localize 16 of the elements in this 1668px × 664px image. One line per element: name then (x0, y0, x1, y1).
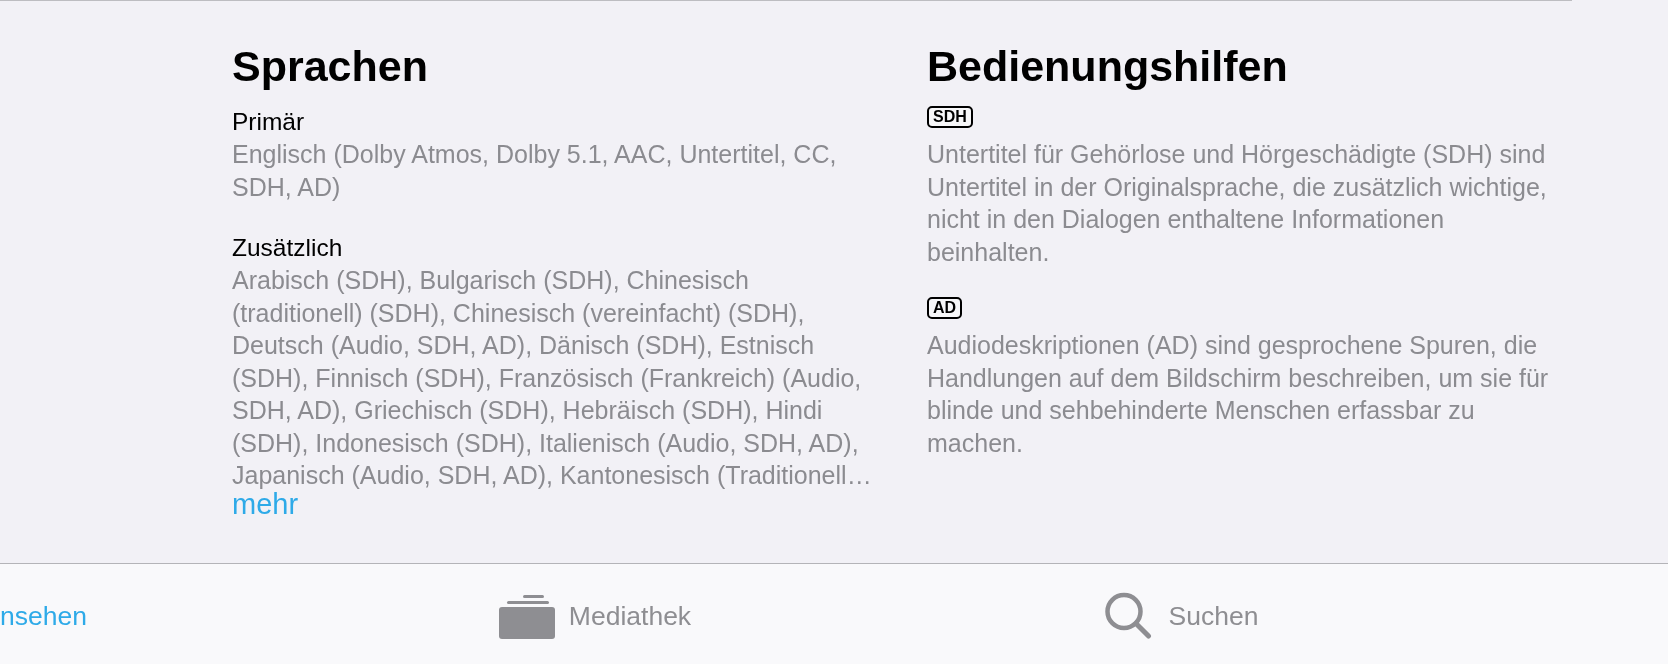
search-icon (1103, 592, 1152, 640)
tab-button[interactable]: Mediathek (498, 593, 692, 639)
group-label: Primär (232, 107, 306, 137)
tab-button[interactable]: Suchen (1103, 592, 1259, 640)
group-label: Zusätzlich (232, 233, 344, 263)
accessibility-badge: SDH (927, 106, 973, 128)
library-icon (498, 593, 555, 639)
section-heading: Sprachen (232, 41, 429, 92)
description-text: Untertitel für Gehörlose und Hörgeschädigte (SDH) sind Untertitel in der Originalsprache, die zusätzlich wichtige, nicht in den Dialogen enthaltene Informationen beinhalten. (927, 139, 1548, 268)
language-list: Englisch (Dolby Atmos, Dolby 5.1, AAC, Untertitel, CC, SDH, AD) (232, 138, 878, 203)
accessibility-badge: AD (927, 297, 963, 319)
more-link[interactable]: mehr (232, 491, 299, 516)
description-text: Audiodeskriptionen (AD) sind gesprochene Spuren, die Handlungen auf dem Bildschirm beschreiben, um sie für blinde und sehbehinderte Menschen erfassbar zu machen. (927, 330, 1550, 459)
tab-button[interactable]: nsehen (0, 600, 87, 632)
section-heading: Bedienungshilfen (927, 41, 1289, 92)
language-list: Arabisch (SDH), Bulgarisch (SDH), Chinesisch (traditionell) (SDH), Chinesisch (vereinfacht) (SDH), Deutsch (Audio, SDH, AD), Dänisch (SDH), Estnisch (SDH), Finnisch (SDH), Französisch (Frankreich) (Audio, SDH, AD), Griechisch (SDH), Hebräisch (SDH), Hindi (SDH), Indonesisch (SDH), Italienisch (Audio, SDH, AD), Japanisch (Audio, SDH, AD), Kantonesisch (Traditionell… (232, 264, 878, 492)
